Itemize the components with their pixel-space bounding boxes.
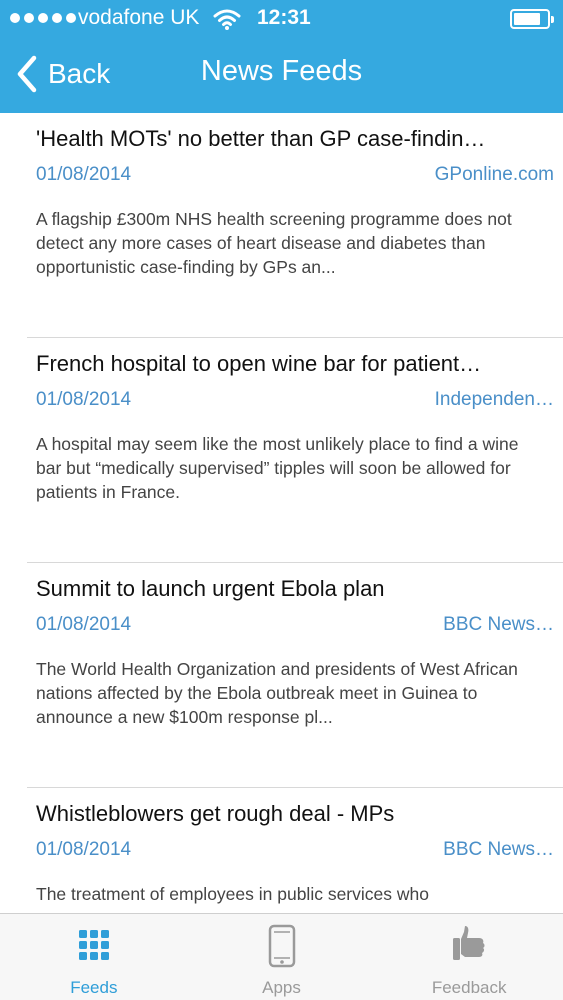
phone-icon xyxy=(268,924,295,968)
feed-item[interactable]: 'Health MOTs' no better than GP case-fin… xyxy=(27,113,563,338)
feed-source: BBC News… xyxy=(443,614,554,635)
page-title: News Feeds xyxy=(200,55,363,87)
status-bar: vodafone UK 12:31 xyxy=(0,0,563,38)
feed-source: GPonline.com xyxy=(434,164,554,185)
signal-strength-icon xyxy=(10,13,76,23)
wifi-icon xyxy=(213,9,241,30)
feed-title: 'Health MOTs' no better than GP case-fin… xyxy=(36,126,486,151)
feed-date: 01/08/2014 xyxy=(36,614,132,635)
feed-source: Independen… xyxy=(434,389,554,410)
tab-feeds[interactable]: Feeds xyxy=(0,914,188,1000)
tab-label: Feedback xyxy=(431,978,507,997)
news-feed-list[interactable]: 'Health MOTs' no better than GP case-fin… xyxy=(0,113,563,913)
tab-label: Apps xyxy=(262,978,301,997)
feed-summary: A hospital may seem like the most unlike… xyxy=(36,434,519,502)
feed-summary: The treatment of employees in public ser… xyxy=(36,884,429,904)
feed-date: 01/08/2014 xyxy=(36,839,132,860)
feed-title: Summit to launch urgent Ebola plan xyxy=(36,576,385,601)
tab-feedback[interactable]: Feedback xyxy=(375,914,563,1000)
grid-icon xyxy=(78,930,109,960)
carrier-name: vodafone UK xyxy=(78,6,200,29)
tab-label: Feeds xyxy=(70,978,118,997)
feed-item[interactable]: French hospital to open wine bar for pat… xyxy=(27,338,563,563)
thumbs-up-icon xyxy=(453,926,485,960)
tab-bar: Feeds Apps Feedback xyxy=(0,913,563,1000)
feed-date: 01/08/2014 xyxy=(36,389,132,410)
feed-summary: The World Health Organization and presid… xyxy=(36,659,518,727)
top-bar: vodafone UK 12:31 Back News Feeds xyxy=(0,0,563,113)
battery-level xyxy=(514,13,540,25)
feed-item[interactable]: Whistleblowers get rough deal - MPs 01/0… xyxy=(27,788,563,913)
tab-apps[interactable]: Apps xyxy=(188,914,376,1000)
feed-item[interactable]: Summit to launch urgent Ebola plan 01/08… xyxy=(27,563,563,788)
feed-title: Whistleblowers get rough deal - MPs xyxy=(36,801,395,826)
status-time: 12:31 xyxy=(257,6,311,29)
feed-source: BBC News… xyxy=(443,839,554,860)
battery-icon xyxy=(510,9,554,29)
feed-date: 01/08/2014 xyxy=(36,164,132,185)
feed-summary: A flagship £300m NHS health screening pr… xyxy=(36,209,512,277)
feed-title: French hospital to open wine bar for pat… xyxy=(36,351,482,376)
